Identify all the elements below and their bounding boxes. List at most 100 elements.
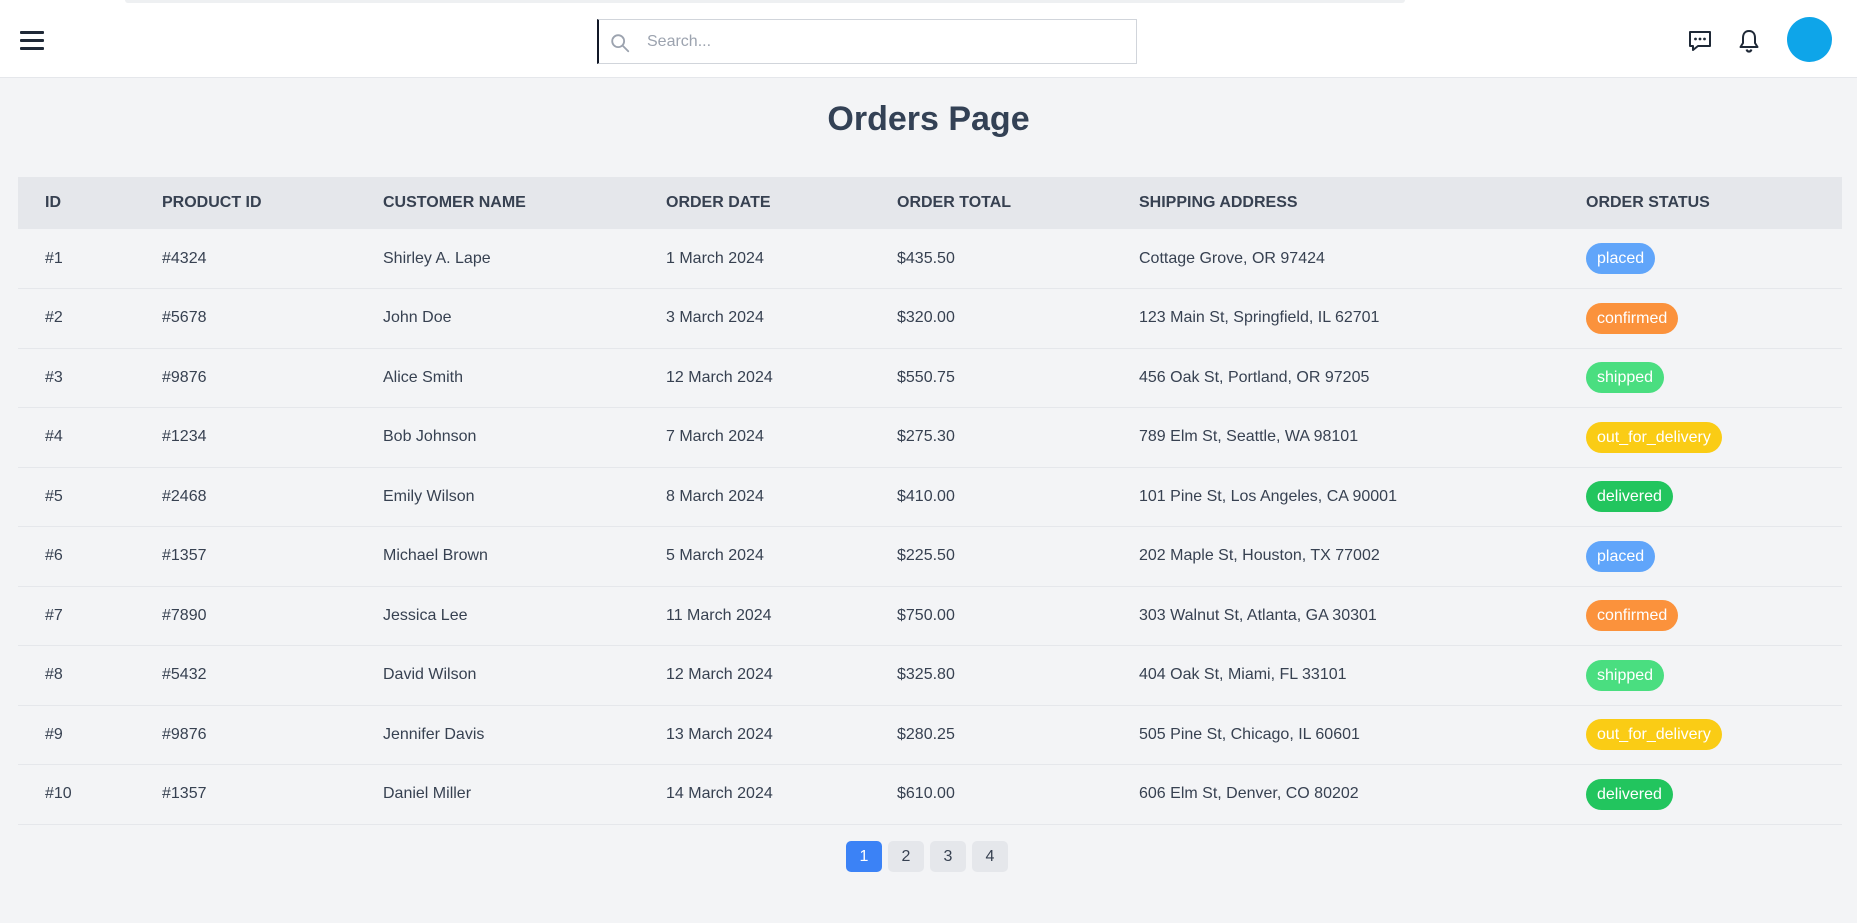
status-badge: placed [1586, 243, 1656, 274]
search-icon [611, 34, 630, 53]
page-button-4[interactable]: 4 [972, 841, 1008, 872]
order-total-cell: $320.00 [897, 309, 955, 327]
table-body: #1 #4324 Shirley A. Lape 1 March 2024 $435.5… [18, 229, 1842, 824]
order-id-cell: #2 [45, 309, 63, 327]
order-id-cell: #7 [45, 606, 63, 624]
column-header-id: ID [45, 194, 61, 211]
customer-name-cell: Emily Wilson [383, 487, 475, 505]
table-row[interactable]: #6 #1357 Michael Brown 5 March 2024 $225.50 2… [18, 527, 1842, 587]
top-navigation-bar [0, 0, 1857, 78]
table-row[interactable]: #9 #9876 Jennifer Davis 13 March 2024 $280.2… [18, 705, 1842, 765]
status-badge: delivered [1586, 778, 1673, 810]
order-date-cell: 8 March 2024 [666, 487, 764, 505]
shipping-address-cell: 123 Main St, Springfield, IL 62701 [1139, 309, 1380, 327]
order-date-cell: 5 March 2024 [666, 547, 764, 565]
product-id-cell: #5678 [162, 309, 207, 327]
order-status-cell: out_for_delivery [1559, 705, 1842, 765]
column-header-order-total: ORDER TOTAL [897, 194, 1012, 211]
shipping-address-cell: 101 Pine St, Los Angeles, CA 90001 [1139, 487, 1397, 505]
order-date-cell: 14 March 2024 [666, 785, 773, 803]
shipping-address-cell: 404 Oak St, Miami, FL 33101 [1139, 666, 1347, 684]
product-id-cell: #1234 [162, 428, 207, 446]
order-date-cell: 1 March 2024 [666, 249, 764, 267]
page-button-2[interactable]: 2 [888, 841, 924, 872]
order-total-cell: $275.30 [897, 428, 955, 446]
table-row[interactable]: #2 #5678 John Doe 3 March 2024 $320.00 123 Ma… [18, 289, 1842, 349]
column-header-order-status: ORDER STATUS [1586, 194, 1710, 211]
order-status-cell: delivered [1559, 765, 1842, 825]
order-date-cell: 7 March 2024 [666, 428, 764, 446]
table-row[interactable]: #3 #9876 Alice Smith 12 March 2024 $550.75 45… [18, 348, 1842, 408]
order-date-cell: 11 March 2024 [666, 606, 772, 624]
product-id-cell: #7890 [162, 606, 207, 624]
order-total-cell: $550.75 [897, 368, 955, 386]
customer-name-cell: John Doe [383, 309, 452, 327]
customer-name-cell: Jessica Lee [383, 606, 468, 624]
order-date-cell: 3 March 2024 [666, 309, 764, 327]
status-badge: shipped [1586, 659, 1665, 691]
pagination: 1234 [0, 841, 1857, 872]
chat-icon[interactable] [1687, 28, 1713, 54]
product-id-cell: #4324 [162, 249, 207, 267]
hamburger-menu-icon[interactable] [18, 28, 46, 52]
avatar[interactable] [1787, 17, 1832, 62]
order-id-cell: #1 [45, 249, 63, 267]
order-date-cell: 12 March 2024 [666, 666, 773, 684]
page-button-1[interactable]: 1 [846, 841, 882, 872]
status-badge: placed [1586, 540, 1656, 572]
status-badge: out_for_delivery [1586, 421, 1722, 453]
product-id-cell: #5432 [162, 666, 207, 684]
order-status-cell: placed [1559, 527, 1842, 587]
order-id-cell: #10 [45, 785, 72, 803]
table-row[interactable]: #4 #1234 Bob Johnson 7 March 2024 $275.30 789… [18, 408, 1842, 467]
shipping-address-cell: 789 Elm St, Seattle, WA 98101 [1139, 428, 1359, 446]
bell-icon[interactable] [1736, 28, 1762, 54]
customer-name-cell: Alice Smith [383, 368, 464, 386]
table-row[interactable]: #10 #1357 Daniel Miller 14 March 2024 $610.0… [18, 765, 1842, 825]
order-total-cell: $410.00 [897, 487, 955, 505]
order-id-cell: #3 [45, 368, 63, 386]
order-total-cell: $280.25 [897, 725, 955, 743]
customer-name-cell: Jennifer Davis [383, 725, 485, 743]
order-id-cell: #9 [45, 725, 63, 743]
topbar-shadow [125, 0, 1405, 3]
orders-table: ID PRODUCT ID CUSTOMER NAME ORDER DATE O… [18, 177, 1842, 825]
page-title: Orders Page [827, 100, 1030, 138]
status-badge: confirmed [1586, 302, 1679, 334]
order-status-cell: confirmed [1559, 586, 1842, 646]
order-id-cell: #5 [45, 487, 63, 505]
search-box[interactable] [597, 19, 1137, 64]
order-id-cell: #4 [45, 428, 63, 446]
shipping-address-cell: 202 Maple St, Houston, TX 77002 [1139, 547, 1380, 565]
shipping-address-cell: 606 Elm St, Denver, CO 80202 [1139, 785, 1359, 803]
order-total-cell: $435.50 [897, 249, 955, 267]
order-total-cell: $750.00 [897, 606, 955, 624]
product-id-cell: #1357 [162, 785, 207, 803]
column-header-customer-name: CUSTOMER NAME [383, 194, 526, 211]
table-row[interactable]: #5 #2468 Emily Wilson 8 March 2024 $410.00 10… [18, 467, 1842, 527]
shipping-address-cell: 303 Walnut St, Atlanta, GA 30301 [1139, 606, 1377, 624]
customer-name-cell: Michael Brown [383, 547, 488, 565]
order-total-cell: $610.00 [897, 785, 955, 803]
search-input[interactable] [647, 20, 1127, 63]
order-id-cell: #6 [45, 547, 63, 565]
column-header-product-id: PRODUCT ID [162, 194, 262, 211]
status-badge: delivered [1586, 481, 1673, 513]
customer-name-cell: Bob Johnson [383, 428, 477, 446]
shipping-address-cell: Cottage Grove, OR 97424 [1139, 249, 1325, 267]
status-badge: out_for_delivery [1586, 719, 1722, 751]
page-button-3[interactable]: 3 [930, 841, 966, 872]
table-row[interactable]: #8 #5432 David Wilson 12 March 2024 $325.80 4… [18, 646, 1842, 705]
product-id-cell: #9876 [162, 725, 207, 743]
main-content: Orders Page ID PRODUCT ID CUSTOMER NAME … [0, 78, 1857, 923]
product-id-cell: #2468 [162, 487, 207, 505]
order-status-cell: confirmed [1559, 289, 1842, 349]
order-status-cell: shipped [1559, 348, 1842, 408]
table-header-row: ID PRODUCT ID CUSTOMER NAME ORDER DATE O… [18, 177, 1842, 229]
product-id-cell: #9876 [162, 368, 207, 386]
customer-name-cell: David Wilson [383, 666, 477, 684]
customer-name-cell: Shirley A. Lape [383, 249, 491, 267]
table-row[interactable]: #7 #7890 Jessica Lee 11 March 2024 $750.00 30… [18, 586, 1842, 646]
table-row[interactable]: #1 #4324 Shirley A. Lape 1 March 2024 $435.5… [18, 229, 1842, 289]
customer-name-cell: Daniel Miller [383, 785, 472, 803]
